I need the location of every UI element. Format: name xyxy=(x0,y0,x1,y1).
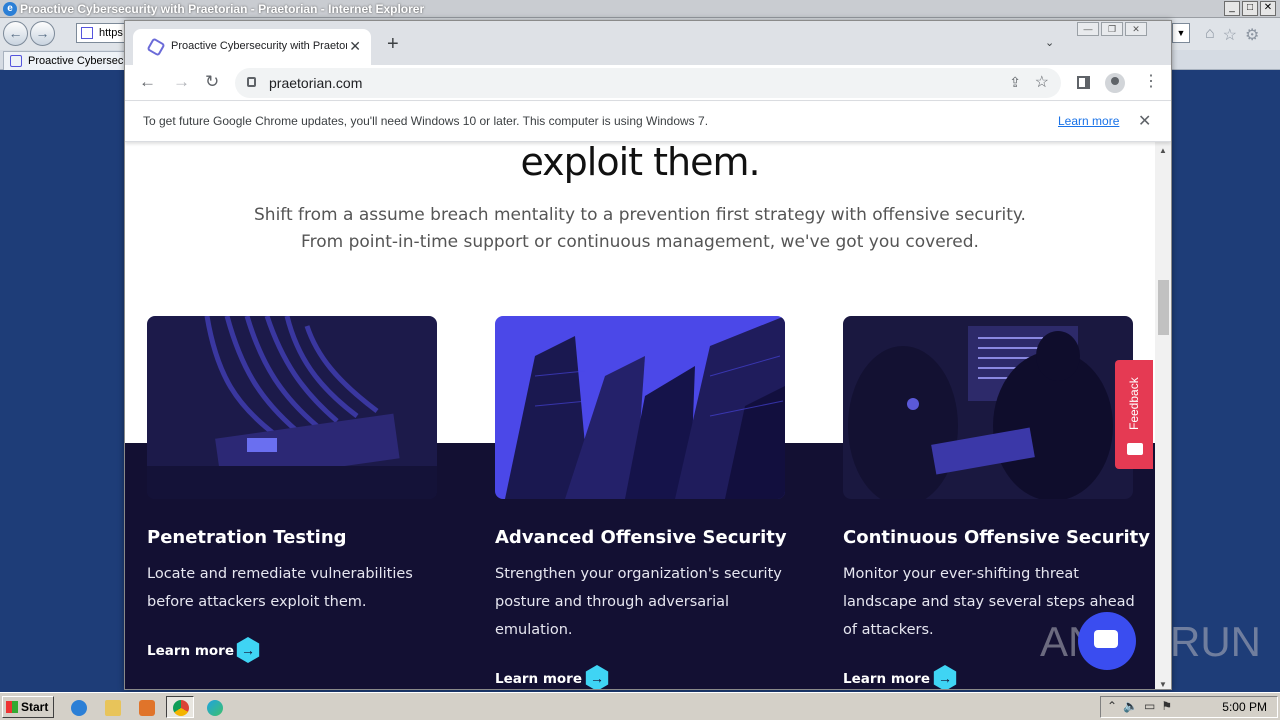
chat-bubble-icon[interactable] xyxy=(1078,612,1136,670)
feedback-label: Feedback xyxy=(1127,377,1141,430)
profile-avatar-icon[interactable] xyxy=(1105,73,1125,93)
ie-address-dropdown-button[interactable]: ▼ xyxy=(1172,23,1190,43)
kebab-menu-icon[interactable]: ⋮ xyxy=(1143,71,1159,91)
ie-title-bar: e Proactive Cybersecurity with Praetoria… xyxy=(0,0,1280,18)
card-desc-advanced-offensive-security: Strengthen your organization's security … xyxy=(495,566,782,638)
card-title-penetration-testing: Penetration Testing xyxy=(147,527,347,548)
continuous-offensive-security-image xyxy=(843,316,1133,499)
ie-close-button[interactable]: ✕ xyxy=(1260,1,1276,16)
taskbar-explorer-folder-icon[interactable] xyxy=(98,696,126,718)
forward-arrow-icon[interactable]: → xyxy=(173,72,190,92)
lock-icon[interactable] xyxy=(247,77,256,87)
chrome-close-button[interactable]: ✕ xyxy=(1125,22,1147,36)
taskbar-ie-icon[interactable] xyxy=(64,696,92,718)
card-title-advanced-offensive-security: Advanced Offensive Security xyxy=(495,527,787,548)
ie-tab-favicon-icon xyxy=(10,55,22,67)
scroll-up-arrow-icon[interactable]: ▲ xyxy=(1159,146,1167,155)
page-scrollbar[interactable]: ▲ ▼ xyxy=(1155,142,1171,689)
ie-forward-button[interactable]: → xyxy=(30,21,55,46)
ie-logo-icon: e xyxy=(3,2,17,16)
ie-tab[interactable]: Proactive Cybersecu xyxy=(3,51,133,70)
tray-icons[interactable]: ⌃🔈▭⚑ xyxy=(1107,699,1178,713)
chrome-tab-bar: Proactive Cybersecurity with Praetorian … xyxy=(125,21,1171,65)
scrollbar-thumb[interactable] xyxy=(1158,280,1169,335)
page-viewport: exploit them. Shift from a assume breach… xyxy=(125,142,1155,689)
tray-clock: 5:00 PM xyxy=(1222,700,1267,714)
anyrun-watermark: ANY RUN xyxy=(1040,612,1270,672)
ie-back-button[interactable]: ← xyxy=(3,21,28,46)
ie-maximize-button[interactable]: □ xyxy=(1242,1,1258,16)
scroll-down-arrow-icon[interactable]: ▼ xyxy=(1159,680,1167,689)
taskbar-edge-icon[interactable] xyxy=(200,696,228,718)
bookmark-star-icon[interactable]: ☆ xyxy=(1035,72,1049,92)
ie-tools-gear-icon[interactable]: ⚙ xyxy=(1245,25,1259,45)
ie-minimize-button[interactable]: _ xyxy=(1224,1,1240,16)
watermark-text-right: RUN xyxy=(1170,618,1261,665)
hero-headline: exploit them. xyxy=(520,142,760,184)
taskbar-chrome-icon[interactable] xyxy=(166,696,194,718)
reload-icon[interactable]: ↻ xyxy=(205,72,219,92)
taskbar-media-player-icon[interactable] xyxy=(132,696,160,718)
back-arrow-icon[interactable]: ← xyxy=(139,72,156,92)
side-panel-icon[interactable] xyxy=(1077,76,1090,89)
ie-home-icon[interactable]: ⌂ xyxy=(1205,25,1215,45)
feedback-tab[interactable]: Feedback xyxy=(1115,360,1153,469)
learn-more-link-advanced-offensive-security[interactable]: Learn more xyxy=(495,671,582,687)
url-text: praetorian.com xyxy=(269,75,363,91)
start-button[interactable]: Start xyxy=(2,696,54,718)
tab-close-icon[interactable]: ✕ xyxy=(349,38,361,55)
windows-flag-icon xyxy=(6,701,18,713)
share-icon[interactable]: ⇪ xyxy=(1009,74,1021,91)
chrome-toolbar: ← → ↻ praetorian.com ⇪ ☆ ⋮ xyxy=(125,65,1171,101)
ie-window-title: Proactive Cybersecurity with Praetorian … xyxy=(20,2,425,16)
card-desc-penetration-testing: Locate and remediate vulnerabilities bef… xyxy=(147,566,413,610)
omnibox[interactable]: praetorian.com ⇪ ☆ xyxy=(235,68,1061,98)
learn-more-link-continuous-offensive-security[interactable]: Learn more xyxy=(843,671,930,687)
chrome-window: Proactive Cybersecurity with Praetorian … xyxy=(124,20,1172,690)
windows-taskbar: Start ⌃🔈▭⚑ 5:00 PM xyxy=(0,692,1280,720)
card-title-continuous-offensive-security: Continuous Offensive Security xyxy=(843,527,1150,548)
chrome-minimize-button[interactable]: — xyxy=(1077,22,1099,36)
system-tray: ⌃🔈▭⚑ 5:00 PM xyxy=(1100,696,1278,718)
ie-favorites-icon[interactable]: ☆ xyxy=(1223,25,1237,45)
ie-site-favicon-icon xyxy=(81,27,93,39)
update-infobar: To get future Google Chrome updates, you… xyxy=(125,102,1171,142)
new-tab-button[interactable]: + xyxy=(387,34,399,54)
infobar-learn-more-link[interactable]: Learn more xyxy=(1058,114,1119,128)
penetration-testing-image xyxy=(147,316,437,499)
ie-address-text: https xyxy=(99,27,123,39)
chrome-tab-active[interactable]: Proactive Cybersecurity with Praetorian … xyxy=(133,29,371,65)
chrome-tab-title: Proactive Cybersecurity with Praetorian xyxy=(171,40,347,52)
learn-more-link-penetration-testing[interactable]: Learn more xyxy=(147,643,234,659)
infobar-message: To get future Google Chrome updates, you… xyxy=(143,114,709,128)
praetorian-favicon-icon xyxy=(146,37,166,57)
infobar-close-icon[interactable]: ✕ xyxy=(1138,111,1151,131)
chrome-restore-button[interactable]: ❐ xyxy=(1101,22,1123,36)
start-label: Start xyxy=(21,700,49,714)
advanced-offensive-security-image xyxy=(495,316,785,499)
feedback-smile-icon xyxy=(1127,443,1143,455)
ie-tab-label: Proactive Cybersecu xyxy=(28,55,130,67)
tab-search-chevron-icon[interactable]: ⌄ xyxy=(1045,36,1054,49)
hero-subhead: Shift from a assume breach mentality to … xyxy=(254,205,1026,252)
